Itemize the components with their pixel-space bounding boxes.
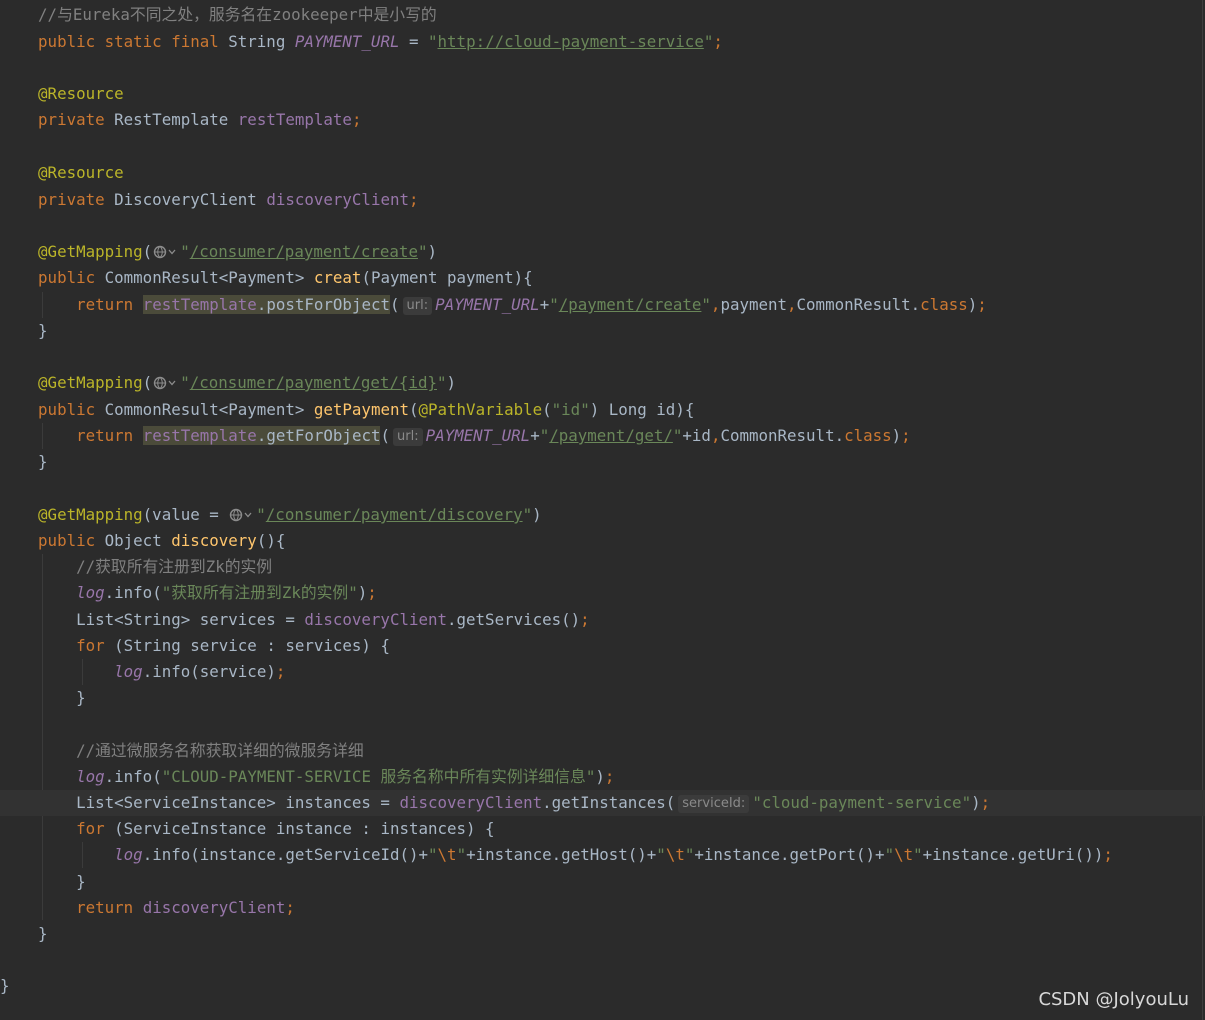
current-code-line[interactable]: List<ServiceInstance> instances = discov… xyxy=(0,790,1205,816)
constant-payment-url: PAYMENT_URL xyxy=(294,32,400,51)
code-line[interactable]: } xyxy=(0,973,1205,999)
code-line[interactable]: for (ServiceInstance instance : instance… xyxy=(0,816,1205,842)
method-get-payment: getPayment xyxy=(313,400,409,419)
code-line[interactable]: public Object discovery(){ xyxy=(0,528,1205,554)
code-line[interactable]: private RestTemplate restTemplate; xyxy=(0,107,1205,133)
field-rest-template: restTemplate xyxy=(237,110,352,129)
globe-icon[interactable] xyxy=(153,376,179,390)
code-comment: //获取所有注册到Zk的实例 xyxy=(76,557,273,576)
code-line[interactable]: @Resource xyxy=(0,160,1205,186)
code-line[interactable]: } xyxy=(0,318,1205,344)
watermark: CSDN @JolyouLu xyxy=(1038,989,1189,1010)
code-line[interactable]: public CommonResult<Payment> getPayment(… xyxy=(0,397,1205,423)
code-line[interactable]: private DiscoveryClient discoveryClient; xyxy=(0,187,1205,213)
code-line[interactable]: @GetMapping(value = "/consumer/payment/d… xyxy=(0,502,1205,528)
type-name: DiscoveryClient xyxy=(114,190,257,209)
code-line[interactable]: //与Eureka不同之处，服务名在zookeeper中是小写的 xyxy=(0,2,1205,28)
payment-url-link[interactable]: http://cloud-payment-service xyxy=(438,32,704,51)
parameter-hint: url: xyxy=(393,428,423,446)
code-line[interactable]: return restTemplate.getForObject(url: PAY… xyxy=(0,423,1205,449)
code-line[interactable]: return discoveryClient; xyxy=(0,895,1205,921)
code-line[interactable]: public CommonResult<Payment> creat(Payme… xyxy=(0,265,1205,291)
code-line[interactable]: @GetMapping("/consumer/payment/create") xyxy=(0,239,1205,265)
type-name: RestTemplate xyxy=(114,110,229,129)
code-line[interactable]: } xyxy=(0,921,1205,947)
code-line[interactable]: for (String service : services) { xyxy=(0,633,1205,659)
method-discovery: discovery xyxy=(171,531,257,550)
code-line[interactable]: return restTemplate.postForObject(url: PA… xyxy=(0,292,1205,318)
code-line[interactable]: } xyxy=(0,685,1205,711)
code-line[interactable]: @Resource xyxy=(0,81,1205,107)
code-editor[interactable]: //与Eureka不同之处，服务名在zookeeper中是小写的 public … xyxy=(0,0,1205,1020)
discovery-mapping-link[interactable]: /consumer/payment/discovery xyxy=(266,505,523,524)
parameter-hint: serviceId: xyxy=(678,795,750,813)
parameter-hint: url: xyxy=(402,297,433,315)
code-line[interactable]: log.info("CLOUD-PAYMENT-SERVICE 服务名称中所有实… xyxy=(0,764,1205,790)
method-creat: creat xyxy=(313,268,362,287)
code-line[interactable]: } xyxy=(0,449,1205,475)
get-mapping-link[interactable]: /consumer/payment/get/{id} xyxy=(190,373,437,392)
create-mapping-link[interactable]: /consumer/payment/create xyxy=(190,242,418,261)
annotation: @Resource xyxy=(38,84,124,103)
code-line[interactable]: public static final String PAYMENT_URL =… xyxy=(0,29,1205,55)
code-line[interactable]: } xyxy=(0,869,1205,895)
code-line[interactable]: //通过微服务名称获取详细的微服务详细 xyxy=(0,738,1205,764)
globe-icon[interactable] xyxy=(153,245,179,259)
get-call-link[interactable]: /payment/get/ xyxy=(549,426,673,445)
globe-icon[interactable] xyxy=(229,508,255,522)
annotation: @Resource xyxy=(38,163,124,182)
string-literal: "http://cloud-payment-service" xyxy=(428,32,714,51)
keyword: public static final xyxy=(38,32,219,51)
code-line[interactable]: //获取所有注册到Zk的实例 xyxy=(0,554,1205,580)
code-line[interactable]: @GetMapping("/consumer/payment/get/{id}"… xyxy=(0,370,1205,396)
code-comment: //与Eureka不同之处，服务名在zookeeper中是小写的 xyxy=(38,5,437,24)
code-line[interactable]: log.info(service); xyxy=(0,659,1205,685)
create-call-link[interactable]: /payment/create xyxy=(559,295,702,314)
code-line[interactable]: log.info(instance.getServiceId()+"\t"+in… xyxy=(0,842,1205,868)
code-line[interactable]: log.info("获取所有注册到Zk的实例"); xyxy=(0,580,1205,606)
code-comment: //通过微服务名称获取详细的微服务详细 xyxy=(76,741,364,760)
field-discovery-client: discoveryClient xyxy=(266,190,409,209)
code-line[interactable]: List<String> services = discoveryClient.… xyxy=(0,607,1205,633)
